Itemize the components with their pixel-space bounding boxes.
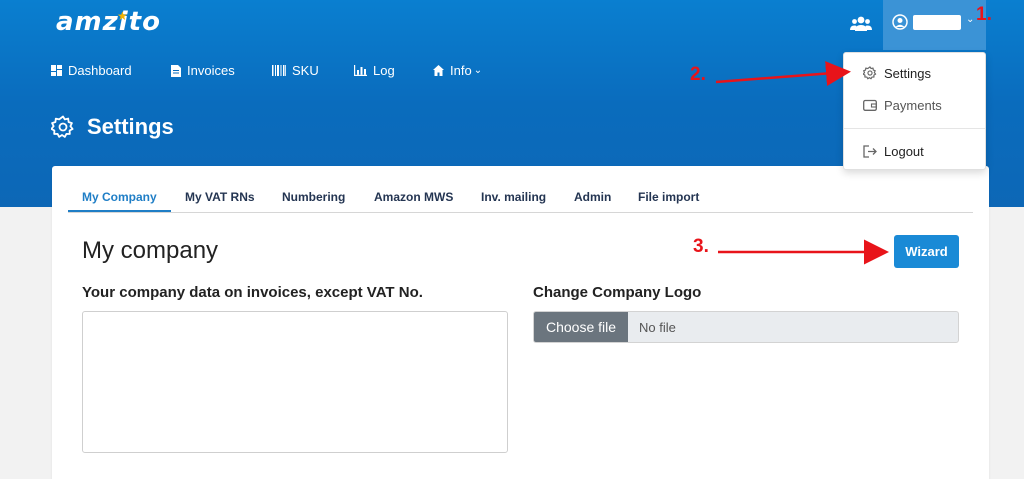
annotation-step-3: 3. (693, 236, 709, 257)
annotation-step-2: 2. (690, 64, 706, 85)
annotation-step-1: 1. (976, 4, 992, 25)
annotation-arrows (715, 61, 889, 265)
